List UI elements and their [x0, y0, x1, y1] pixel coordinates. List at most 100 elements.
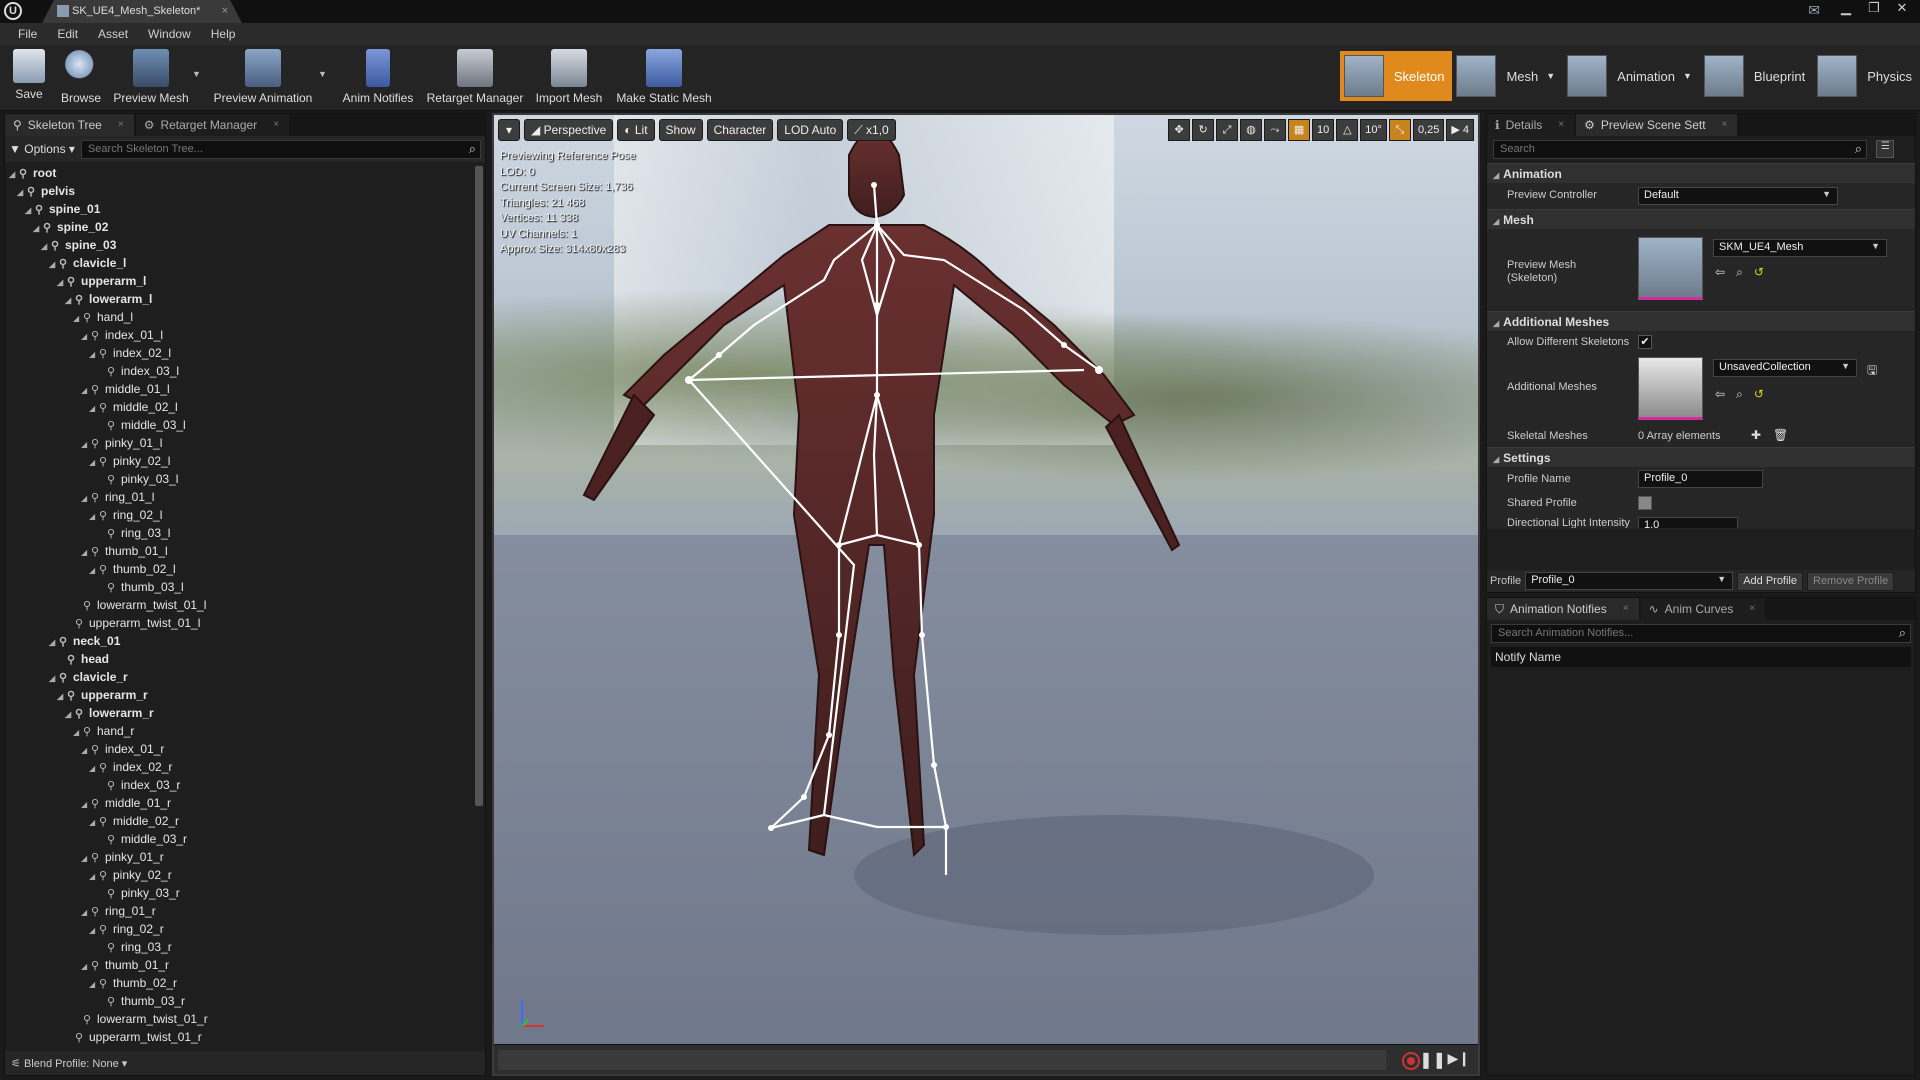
blend-profile-button[interactable]: ⚟ Blend Profile: None ▾: [11, 1057, 127, 1070]
close-notifies-tab-icon[interactable]: ×: [1623, 598, 1629, 620]
lod-button[interactable]: LOD Auto: [777, 119, 844, 141]
category-additional-meshes[interactable]: ◢ Additional Meshes: [1487, 311, 1915, 331]
bone-row-ring-02-l[interactable]: ◢ ⚲ ring_02_l: [5, 506, 471, 524]
options-button[interactable]: ▼ Options ▾: [9, 142, 75, 156]
bone-row-pinky-03-l[interactable]: ⚲ pinky_03_l: [5, 470, 471, 488]
bone-row-head[interactable]: ⚲ head: [5, 650, 471, 668]
bone-row-ring-03-l[interactable]: ⚲ ring_03_l: [5, 524, 471, 542]
bone-row-ring-02-r[interactable]: ◢ ⚲ ring_02_r: [5, 920, 471, 938]
view-options-icon[interactable]: ☰: [1876, 140, 1895, 158]
tab-anim-curves[interactable]: ∿ Anim Curves ×: [1640, 598, 1766, 620]
tab-animation-notifies[interactable]: ⛉ Animation Notifies ×: [1487, 598, 1639, 620]
bone-row-index-01-r[interactable]: ◢ ⚲ index_01_r: [5, 740, 471, 758]
preview-mesh-dropdown-icon[interactable]: ▼: [192, 69, 201, 79]
save-collection-icon[interactable]: 🖫: [1867, 361, 1877, 382]
bone-row-thumb-02-r[interactable]: ◢ ⚲ thumb_02_r: [5, 974, 471, 992]
bone-row-upperarm-r[interactable]: ◢ ⚲ upperarm_r: [5, 686, 471, 704]
profile-name-input[interactable]: Profile_0: [1638, 470, 1763, 488]
animation-mode-dropdown-icon[interactable]: ▼: [1683, 71, 1692, 81]
retarget-manager-button[interactable]: Retarget Manager: [425, 47, 525, 109]
close-skeleton-tree-icon[interactable]: ×: [118, 114, 124, 136]
record-button[interactable]: [1402, 1052, 1420, 1070]
save-button[interactable]: Save: [6, 47, 52, 109]
mode-mesh[interactable]: Mesh ▼: [1452, 51, 1563, 101]
mode-animation[interactable]: Animation ▼: [1563, 51, 1700, 101]
bone-row-pinky-03-r[interactable]: ⚲ pinky_03_r: [5, 884, 471, 902]
browse-asset-icon[interactable]: ⌕: [1736, 265, 1743, 279]
bone-row-lowerarm-r[interactable]: ◢ ⚲ lowerarm_r: [5, 704, 471, 722]
tab-preview-scene-settings[interactable]: ⚙ Preview Scene Sett ×: [1576, 114, 1738, 136]
bone-row-ring-01-r[interactable]: ◢ ⚲ ring_01_r: [5, 902, 471, 920]
bone-row-index-02-r[interactable]: ◢ ⚲ index_02_r: [5, 758, 471, 776]
mode-skeleton[interactable]: Skeleton: [1339, 51, 1453, 101]
rotation-snap-icon[interactable]: △: [1336, 119, 1359, 141]
category-animation[interactable]: ◢ Animation: [1487, 163, 1915, 183]
bone-row-middle-02-l[interactable]: ◢ ⚲ middle_02_l: [5, 398, 471, 416]
bone-row-thumb-03-l[interactable]: ⚲ thumb_03_l: [5, 578, 471, 596]
bone-row-middle-03-l[interactable]: ⚲ middle_03_l: [5, 416, 471, 434]
tree-scrollbar[interactable]: [475, 166, 483, 806]
close-preview-tab-icon[interactable]: ×: [1722, 114, 1728, 136]
menu-window[interactable]: Window: [138, 23, 201, 45]
preview-mesh-button[interactable]: Preview Mesh: [112, 47, 190, 109]
close-curves-tab-icon[interactable]: ×: [1749, 598, 1755, 620]
add-element-icon[interactable]: ✚: [1751, 428, 1761, 442]
additional-meshes-thumbnail[interactable]: [1638, 357, 1703, 420]
remove-profile-button[interactable]: Remove Profile: [1807, 571, 1895, 591]
feedback-icon[interactable]: ✉: [1808, 2, 1820, 19]
menu-edit[interactable]: Edit: [47, 23, 88, 45]
additional-meshes-select[interactable]: UnsavedCollection ▼: [1713, 359, 1857, 377]
bone-row-index-01-l[interactable]: ◢ ⚲ index_01_l: [5, 326, 471, 344]
document-tab[interactable]: SK_UE4_Mesh_Skeleton* ×: [42, 0, 242, 23]
bone-row-hand-l[interactable]: ◢ ⚲ hand_l: [5, 308, 471, 326]
rotation-snap-value[interactable]: 10°: [1360, 119, 1387, 141]
bone-row-clavicle-r[interactable]: ◢ ⚲ clavicle_r: [5, 668, 471, 686]
bone-row-index-03-l[interactable]: ⚲ index_03_l: [5, 362, 471, 380]
preview-controller-select[interactable]: Default ▼: [1638, 187, 1838, 205]
step-forward-icon[interactable]: ▶❙: [1448, 1050, 1471, 1067]
bone-row-ring-01-l[interactable]: ◢ ⚲ ring_01_l: [5, 488, 471, 506]
mesh-mode-dropdown-icon[interactable]: ▼: [1546, 71, 1555, 81]
character-button[interactable]: Character: [706, 119, 774, 141]
bone-row-pelvis[interactable]: ◢ ⚲ pelvis: [5, 182, 471, 200]
perspective-button[interactable]: ◢ Perspective: [524, 119, 614, 141]
preview-mesh-select[interactable]: SKM_UE4_Mesh ▼: [1713, 239, 1887, 257]
make-static-mesh-button[interactable]: Make Static Mesh: [612, 47, 716, 109]
bone-row-thumb-03-r[interactable]: ⚲ thumb_03_r: [5, 992, 471, 1010]
bone-row-hand-r[interactable]: ◢ ⚲ hand_r: [5, 722, 471, 740]
skeleton-search-input[interactable]: Search Skeleton Tree... ⌕: [80, 139, 481, 159]
allow-different-skeletons-checkbox[interactable]: ✔: [1638, 335, 1652, 349]
preview-viewport[interactable]: ▾ ◢ Perspective ◐ Lit Show Character LOD…: [492, 113, 1480, 1076]
bone-row-thumb-02-l[interactable]: ◢ ⚲ thumb_02_l: [5, 560, 471, 578]
menu-file[interactable]: File: [8, 23, 47, 45]
bone-row-upperarm-twist-01-l[interactable]: ⚲ upperarm_twist_01_l: [5, 614, 471, 632]
bone-row-neck-01[interactable]: ◢ ⚲ neck_01: [5, 632, 471, 650]
preview-animation-dropdown-icon[interactable]: ▼: [318, 69, 327, 79]
preview-animation-button[interactable]: Preview Animation: [210, 47, 316, 109]
bone-row-pinky-01-l[interactable]: ◢ ⚲ pinky_01_l: [5, 434, 471, 452]
notify-name-column-header[interactable]: Notify Name: [1491, 647, 1911, 667]
grid-snap-icon[interactable]: ▦: [1288, 119, 1311, 141]
bone-row-lowerarm-twist-01-l[interactable]: ⚲ lowerarm_twist_01_l: [5, 596, 471, 614]
reset-to-default-icon[interactable]: ↺: [1754, 387, 1764, 401]
add-profile-button[interactable]: Add Profile: [1737, 571, 1803, 591]
bone-row-spine-03[interactable]: ◢ ⚲ spine_03: [5, 236, 471, 254]
bone-row-ring-03-r[interactable]: ⚲ ring_03_r: [5, 938, 471, 956]
bone-row-pinky-02-l[interactable]: ◢ ⚲ pinky_02_l: [5, 452, 471, 470]
bone-row-thumb-01-l[interactable]: ◢ ⚲ thumb_01_l: [5, 542, 471, 560]
bone-row-index-03-r[interactable]: ⚲ index_03_r: [5, 776, 471, 794]
tab-skeleton-tree[interactable]: ⚲ Skeleton Tree ×: [5, 114, 134, 136]
bone-row-spine-02[interactable]: ◢ ⚲ spine_02: [5, 218, 471, 236]
mode-blueprint[interactable]: Blueprint: [1700, 51, 1813, 101]
bone-row-index-02-l[interactable]: ◢ ⚲ index_02_l: [5, 344, 471, 362]
bone-row-lowerarm-twist-01-r[interactable]: ⚲ lowerarm_twist_01_r: [5, 1010, 471, 1028]
preview-mesh-thumbnail[interactable]: [1638, 237, 1703, 300]
tab-details[interactable]: ℹ Details ×: [1487, 114, 1575, 136]
timeline-track[interactable]: [498, 1050, 1386, 1070]
scale-snap-value[interactable]: 0,25: [1412, 119, 1445, 141]
playback-speed-button[interactable]: ⟋ x1,0: [847, 119, 896, 141]
minimize-button[interactable]: ▁: [1834, 0, 1858, 18]
camera-speed-button[interactable]: ▶ 4: [1446, 119, 1474, 141]
pause-icon[interactable]: ❚❚: [1419, 1050, 1446, 1070]
browse-button[interactable]: Browse: [56, 47, 106, 109]
